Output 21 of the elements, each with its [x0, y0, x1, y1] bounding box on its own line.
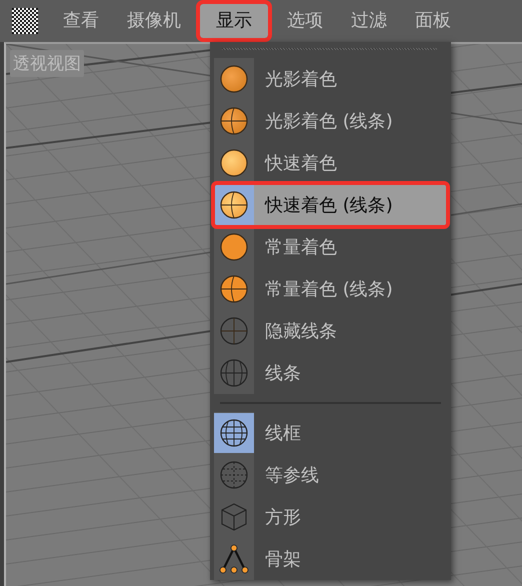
- menu-item[interactable]: 光影着色 (线条): [214, 100, 447, 142]
- menu-item[interactable]: 面板: [406, 4, 460, 38]
- viewport-label: 透视视图: [10, 50, 84, 77]
- menu-item[interactable]: 常量着色 (线条): [214, 268, 447, 310]
- menu-item[interactable]: 线框: [214, 412, 447, 454]
- menu-item[interactable]: 隐藏线条: [214, 310, 447, 352]
- menu-item[interactable]: 查看: [54, 4, 108, 38]
- menu-item[interactable]: 显示: [200, 4, 268, 38]
- menu-item[interactable]: 线条: [214, 352, 447, 394]
- drag-handle[interactable]: [222, 48, 437, 50]
- menu-item[interactable]: 骨架: [214, 538, 447, 580]
- menu-item[interactable]: 过滤: [342, 4, 396, 38]
- checker-icon[interactable]: [12, 8, 38, 34]
- menu-item[interactable]: 选项: [278, 4, 332, 38]
- menu-item[interactable]: 摄像机: [118, 4, 190, 38]
- menu-item[interactable]: 快速着色 (线条): [214, 184, 447, 226]
- menu-item[interactable]: 常量着色: [214, 226, 447, 268]
- menu-item[interactable]: 方形: [214, 496, 447, 538]
- menu-item[interactable]: 快速着色: [214, 142, 447, 184]
- menu-item[interactable]: 等参线: [214, 454, 447, 496]
- menu-item[interactable]: 光影着色: [214, 58, 447, 100]
